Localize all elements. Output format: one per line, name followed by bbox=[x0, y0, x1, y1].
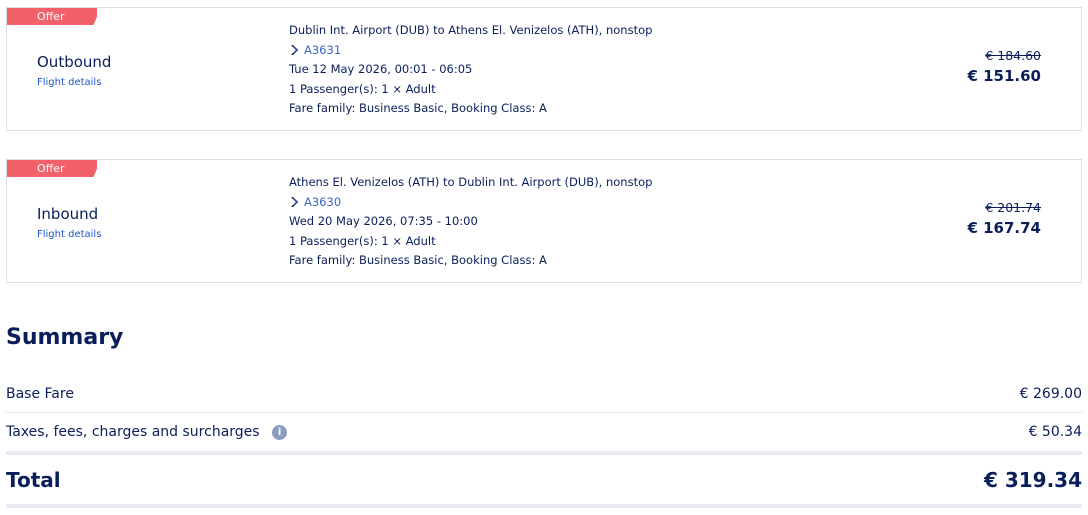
direction-label: Outbound bbox=[37, 53, 112, 71]
flight-details-link[interactable]: Flight details bbox=[37, 229, 101, 240]
offer-badge: Offer bbox=[7, 160, 97, 177]
offer-badge: Offer bbox=[7, 8, 97, 25]
taxes-label-wrap: Taxes, fees, charges and surcharges i bbox=[6, 424, 288, 440]
flight-number: A3630 bbox=[304, 194, 342, 209]
base-fare-row: Base Fare € 269.00 bbox=[6, 383, 1082, 405]
offer-price: € 151.60 bbox=[967, 67, 1041, 85]
flight-details-link[interactable]: Flight details bbox=[37, 77, 101, 88]
price-block: € 201.74 € 167.74 bbox=[967, 200, 1041, 237]
airline-chevron-icon bbox=[291, 197, 299, 208]
original-price: € 201.74 bbox=[985, 200, 1041, 215]
summary-title: Summary bbox=[6, 325, 124, 350]
flight-info: Athens El. Venizelos (ATH) to Dublin Int… bbox=[289, 173, 652, 271]
offer-price: € 167.74 bbox=[967, 219, 1041, 237]
divider bbox=[6, 451, 1082, 455]
flight-info: Dublin Int. Airport (DUB) to Athens El. … bbox=[289, 21, 652, 119]
route-text: Dublin Int. Airport (DUB) to Athens El. … bbox=[289, 23, 653, 37]
inbound-flight-card: Offer Inbound Flight details Athens El. … bbox=[6, 159, 1082, 283]
base-fare-value: € 269.00 bbox=[1019, 386, 1082, 402]
outbound-flight-card: Offer Outbound Flight details Dublin Int… bbox=[6, 7, 1082, 131]
original-price: € 184.60 bbox=[985, 48, 1041, 63]
taxes-value: € 50.34 bbox=[1028, 424, 1082, 440]
airline-chevron-icon bbox=[291, 45, 299, 56]
passengers-text: 1 Passenger(s): 1 × Adult bbox=[289, 81, 436, 96]
flight-datetime: Wed 20 May 2026, 07:35 - 10:00 bbox=[289, 214, 478, 228]
total-label: Total bbox=[6, 468, 61, 492]
taxes-row: Taxes, fees, charges and surcharges i € … bbox=[6, 421, 1082, 443]
route-text: Athens El. Venizelos (ATH) to Dublin Int… bbox=[289, 175, 653, 189]
total-value: € 319.34 bbox=[983, 468, 1082, 492]
info-icon[interactable]: i bbox=[272, 424, 288, 440]
flight-number-link[interactable]: A3630 bbox=[289, 193, 652, 213]
divider bbox=[6, 412, 1082, 413]
divider bbox=[6, 504, 1082, 508]
flight-number-link[interactable]: A3631 bbox=[289, 41, 652, 61]
flight-datetime: Tue 12 May 2026, 00:01 - 06:05 bbox=[289, 62, 473, 76]
taxes-label: Taxes, fees, charges and surcharges bbox=[6, 424, 260, 440]
price-block: € 184.60 € 151.60 bbox=[967, 48, 1041, 85]
flight-number: A3631 bbox=[304, 42, 342, 57]
fare-family-text: Fare family: Business Basic, Booking Cla… bbox=[289, 253, 547, 267]
passengers-text: 1 Passenger(s): 1 × Adult bbox=[289, 233, 436, 248]
fare-family-text: Fare family: Business Basic, Booking Cla… bbox=[289, 101, 547, 115]
base-fare-label: Base Fare bbox=[6, 386, 74, 402]
total-row: Total € 319.34 bbox=[6, 466, 1082, 494]
direction-label: Inbound bbox=[37, 205, 99, 223]
